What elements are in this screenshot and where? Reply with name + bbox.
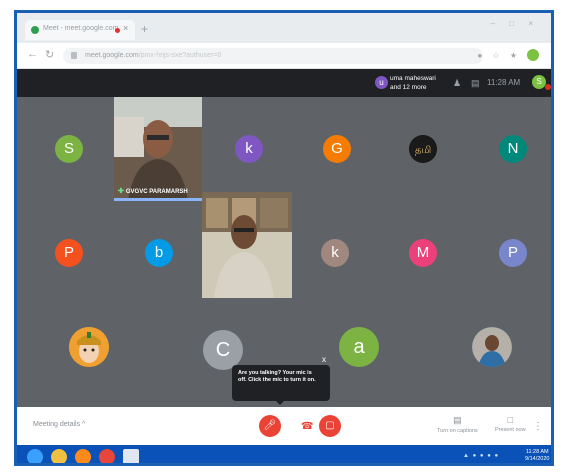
explorer-taskbar-icon[interactable]: [51, 449, 67, 463]
back-arrow-icon[interactable]: ←: [27, 48, 38, 60]
address-bar-icons[interactable]: ● ☆ ★: [477, 51, 521, 60]
participant-photo-avatar[interactable]: [69, 327, 109, 367]
participant-tile[interactable]: k: [235, 135, 263, 163]
participant-name: uma maheswari: [390, 75, 436, 82]
taskbar-clock[interactable]: 11:28 AM 9/14/2020: [525, 449, 549, 463]
window-controls[interactable]: – □ ×: [491, 19, 539, 28]
url-text: meet.google.com/pmx-hnjs-sxe?authuser=0: [85, 52, 222, 59]
captions-button[interactable]: ▤ Turn on captions: [437, 415, 478, 434]
svg-text:தமி: தமி: [415, 145, 431, 156]
meeting-grid: S ✚ GVGVC PARAMARSH k G தமி N P b k M P …: [17, 97, 551, 407]
more-options-icon[interactable]: ⋮: [533, 421, 543, 432]
mic-off-tooltip: x Are you talking? Your mic is off. Clic…: [232, 355, 330, 405]
tab-close-icon[interactable]: ×: [123, 23, 128, 33]
recording-indicator-icon: [545, 84, 551, 90]
channel-logo-avatar[interactable]: தமி: [409, 135, 437, 163]
participant-tile[interactable]: k: [321, 239, 349, 267]
captions-icon: ▤: [453, 415, 462, 425]
document-taskbar-icon[interactable]: [123, 449, 139, 463]
mic-off-icon[interactable]: 🎤︎: [259, 415, 281, 437]
video-tile[interactable]: [202, 192, 292, 298]
participant-tile[interactable]: G: [323, 135, 351, 163]
hang-up-icon[interactable]: ☎: [301, 421, 313, 432]
chrome-taskbar-icon[interactable]: [99, 449, 115, 463]
participant-more: and 12 more: [390, 84, 427, 91]
tab-title: Meet - meet.google.com: [43, 25, 119, 32]
firefox-taskbar-icon[interactable]: [75, 449, 91, 463]
viewer-avatar: u: [375, 76, 388, 89]
profile-avatar[interactable]: [527, 49, 539, 61]
people-icon[interactable]: ♟: [453, 78, 461, 89]
tamil-logo-icon: தமி: [409, 135, 437, 163]
participant-tile[interactable]: P: [499, 239, 527, 267]
system-tray-icons[interactable]: ▲ ● ● ● ●: [463, 453, 499, 459]
pin-icon: ✚: [118, 188, 124, 195]
start-button-icon[interactable]: [27, 449, 43, 463]
browser-tab-strip: Meet - meet.google.com × + – □ ×: [17, 13, 551, 43]
participant-tile[interactable]: C: [203, 330, 243, 370]
address-bar: ← ↻ meet.google.com/pmx-hnjs-sxe?authuse…: [17, 43, 551, 69]
tooltip-arrow: [276, 401, 284, 405]
participant-video-icon: [114, 97, 202, 201]
meeting-clock: 11:28 AM: [487, 78, 521, 87]
lock-icon: [71, 52, 77, 59]
reload-icon[interactable]: ↻: [45, 48, 54, 61]
meet-top-bar: u uma maheswari and 12 more ♟ ▤ 11:28 AM…: [17, 69, 551, 97]
present-icon: □: [507, 415, 513, 425]
participant-tile[interactable]: S: [55, 135, 83, 163]
tooltip-close-icon[interactable]: x: [322, 355, 326, 364]
meeting-details-button[interactable]: Meeting details ^: [33, 421, 85, 428]
recording-dot-icon: [115, 28, 120, 33]
screenshot-frame: Meet - meet.google.com × + – □ × ← ↻ mee…: [14, 10, 554, 466]
participant-tile[interactable]: b: [145, 239, 173, 267]
participant-tile[interactable]: a: [339, 327, 379, 367]
participant-photo-avatar[interactable]: [472, 327, 512, 367]
url-field[interactable]: meet.google.com/pmx-hnjs-sxe?authuser=0: [63, 48, 483, 64]
present-now-button[interactable]: □ Present now: [495, 415, 526, 433]
participant-tile[interactable]: P: [55, 239, 83, 267]
windows-taskbar: ▲ ● ● ● ● 11:28 AM 9/14/2020: [17, 445, 551, 463]
person-photo-icon: [472, 327, 512, 367]
participant-name-label: ✚ GVGVC PARAMARSH: [118, 188, 188, 195]
participant-tile[interactable]: N: [499, 135, 527, 163]
browser-tab[interactable]: Meet - meet.google.com ×: [25, 20, 135, 40]
meet-favicon-icon: [31, 26, 39, 34]
chat-icon[interactable]: ▤: [471, 78, 480, 89]
krishna-picture-icon: [69, 327, 109, 367]
camera-off-icon[interactable]: ▢: [319, 415, 341, 437]
self-avatar[interactable]: S: [532, 75, 546, 89]
video-tile-pinned[interactable]: ✚ GVGVC PARAMARSH: [114, 97, 202, 201]
participants-summary[interactable]: uma maheswari and 12 more: [390, 74, 436, 92]
meeting-control-bar: Meeting details ^ 🎤︎ ☎ ▢ ▤ Turn on captio…: [17, 407, 551, 445]
participant-video-icon: [202, 192, 292, 298]
participant-tile[interactable]: M: [409, 239, 437, 267]
speaking-indicator: [114, 198, 202, 201]
tooltip-text: Are you talking? Your mic is off. Click …: [238, 370, 316, 383]
new-tab-button[interactable]: +: [141, 22, 148, 36]
